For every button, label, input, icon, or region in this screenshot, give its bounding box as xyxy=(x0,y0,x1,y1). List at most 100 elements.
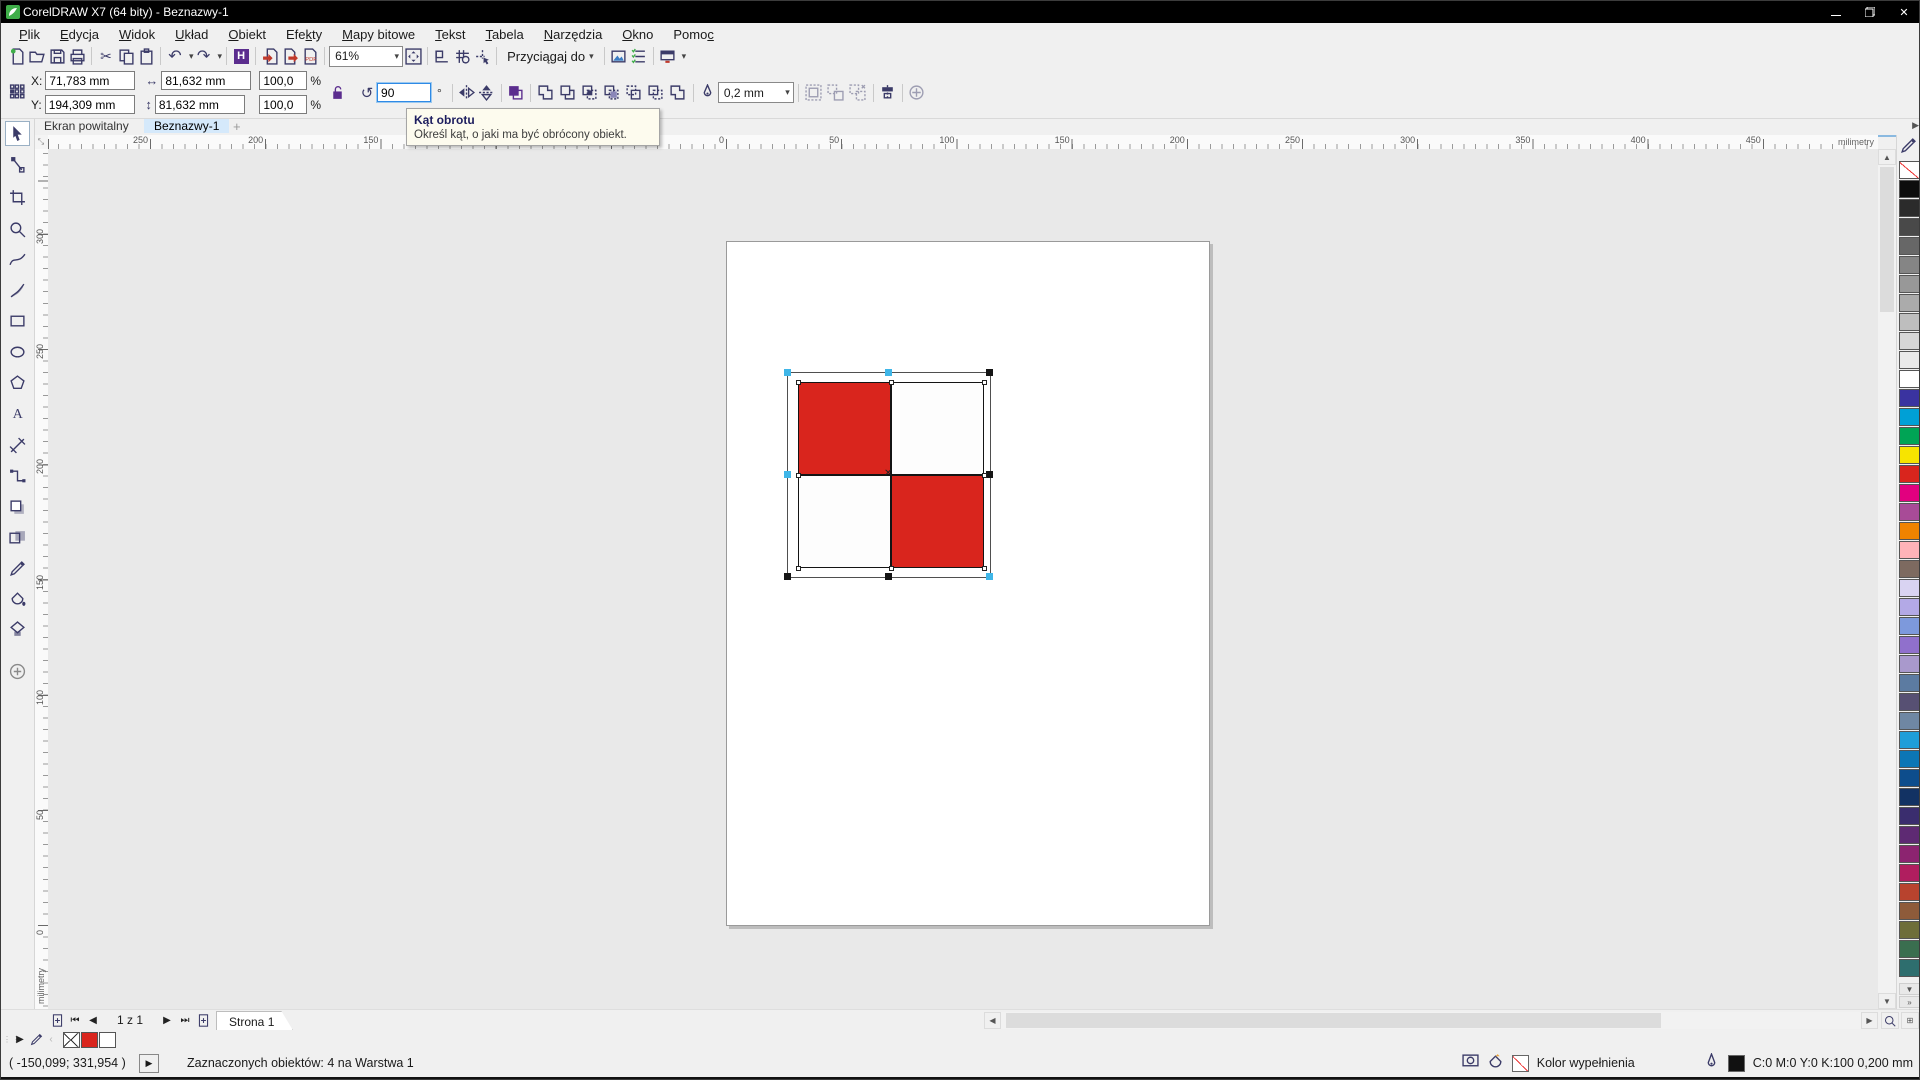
export-icon[interactable] xyxy=(280,46,300,66)
selection-handle-bottom-right[interactable] xyxy=(986,573,993,580)
open-icon[interactable] xyxy=(27,46,47,66)
color-swatch[interactable] xyxy=(1899,845,1919,863)
outline-color-swatch[interactable] xyxy=(1727,1054,1745,1072)
new-document-icon[interactable] xyxy=(7,46,27,66)
add-page-after-icon[interactable] xyxy=(194,1011,212,1029)
color-swatch[interactable] xyxy=(1899,522,1919,540)
palette-drag-handle[interactable]: ⋮⋮ xyxy=(3,1035,20,1044)
color-swatch[interactable] xyxy=(1899,332,1919,350)
add-page-before-icon[interactable] xyxy=(48,1011,66,1029)
order-icon[interactable] xyxy=(506,83,526,103)
cut-icon[interactable]: ✂ xyxy=(96,46,116,66)
intersect-icon[interactable] xyxy=(579,83,601,103)
color-swatch[interactable] xyxy=(1899,484,1919,502)
simplify-icon[interactable] xyxy=(601,83,623,103)
maximize-button[interactable] xyxy=(1853,1,1887,23)
palette-scroll-down-icon[interactable]: ▼ xyxy=(1899,983,1919,995)
group-icon[interactable] xyxy=(803,83,825,103)
vertical-scroll-thumb[interactable] xyxy=(1880,167,1894,312)
weld-icon[interactable] xyxy=(535,83,557,103)
color-swatch[interactable] xyxy=(1899,294,1919,312)
freehand-tool[interactable] xyxy=(5,247,30,272)
color-eyedropper-tool[interactable] xyxy=(5,556,30,581)
color-swatch[interactable] xyxy=(1899,598,1919,616)
doc-swatch-no-color[interactable] xyxy=(63,1031,80,1048)
ruler-origin-button[interactable]: ⤡ xyxy=(34,135,49,150)
pick-tool[interactable] xyxy=(5,121,30,146)
drop-shadow-tool[interactable] xyxy=(5,495,30,520)
color-swatch[interactable] xyxy=(1899,693,1919,711)
color-swatch[interactable] xyxy=(1899,826,1919,844)
scroll-left-icon[interactable]: ◀ xyxy=(984,1012,1001,1029)
color-swatch[interactable] xyxy=(1899,788,1919,806)
selection-center-marker[interactable]: ✕ xyxy=(884,469,892,479)
color-swatch[interactable] xyxy=(1899,560,1919,578)
snap-to-button[interactable]: Przyciągaj do ▾ xyxy=(501,49,600,64)
previous-page-icon[interactable]: ◀ xyxy=(84,1011,102,1029)
ungroup-icon[interactable] xyxy=(825,83,847,103)
color-swatch[interactable] xyxy=(1899,180,1919,198)
zoom-fit-page-icon[interactable] xyxy=(1881,1012,1899,1029)
fill-bucket-icon[interactable] xyxy=(1487,1053,1504,1073)
tracking-play-icon[interactable]: ▶ xyxy=(139,1053,159,1073)
color-swatch[interactable] xyxy=(1899,921,1919,939)
document-palette-scroll-left-icon[interactable]: ‹ xyxy=(45,1031,57,1049)
selection-handle-top-mid[interactable] xyxy=(885,369,892,376)
smart-fill-tool[interactable] xyxy=(5,617,30,642)
object-width-input[interactable] xyxy=(161,71,252,90)
menu-pomoc[interactable]: Pomoc xyxy=(663,24,723,45)
page-tab[interactable]: Strona 1 xyxy=(216,1011,293,1031)
outline-pen-status-icon[interactable] xyxy=(1703,1052,1720,1073)
color-swatch[interactable] xyxy=(1899,636,1919,654)
artistic-media-tool[interactable] xyxy=(5,278,30,303)
tab-welcome-screen[interactable]: Ekran powitalny xyxy=(34,119,139,133)
color-swatch[interactable] xyxy=(1899,579,1919,597)
color-swatch[interactable] xyxy=(1899,408,1919,426)
scroll-down-icon[interactable]: ▼ xyxy=(1878,993,1896,1009)
color-swatch[interactable] xyxy=(1899,807,1919,825)
menu-mapy-bitowe[interactable]: Mapy bitowe xyxy=(332,24,425,45)
color-swatch[interactable] xyxy=(1899,389,1919,407)
selection-handle-bottom-mid[interactable] xyxy=(885,573,892,580)
color-swatch[interactable] xyxy=(1899,313,1919,331)
scale-h-input[interactable] xyxy=(259,71,308,90)
publish-pdf-icon[interactable]: PDF xyxy=(300,46,320,66)
rectangle-tool[interactable] xyxy=(5,308,30,333)
color-swatch[interactable] xyxy=(1899,883,1919,901)
color-swatch[interactable] xyxy=(1899,731,1919,749)
color-swatch[interactable] xyxy=(1899,275,1919,293)
transparency-tool[interactable] xyxy=(5,525,30,550)
palette-expand-icon[interactable]: » xyxy=(1899,996,1919,1008)
ellipse-tool[interactable] xyxy=(5,339,30,364)
doc-color-swatch[interactable] xyxy=(99,1031,116,1048)
vertical-ruler[interactable]: milimetry 300 250 200 150 100 50 0 xyxy=(34,149,49,1009)
parallel-dimension-tool[interactable] xyxy=(5,433,30,458)
import-icon[interactable] xyxy=(260,46,280,66)
undo-icon[interactable]: ↶ xyxy=(165,46,185,66)
color-swatch[interactable] xyxy=(1899,427,1919,445)
print-icon[interactable] xyxy=(67,46,87,66)
color-swatch[interactable] xyxy=(1899,237,1919,255)
proof-colors-icon[interactable] xyxy=(1462,1053,1479,1073)
color-swatch[interactable] xyxy=(1899,256,1919,274)
scroll-up-icon[interactable]: ▲ xyxy=(1878,149,1896,165)
selection-handle-top-left[interactable] xyxy=(784,369,791,376)
menu-układ[interactable]: Układ xyxy=(165,24,218,45)
align-distribute-icon[interactable] xyxy=(878,83,898,103)
mirror-horizontal-icon[interactable] xyxy=(457,83,477,103)
color-swatch[interactable] xyxy=(1899,769,1919,787)
color-swatch[interactable] xyxy=(1899,655,1919,673)
menu-obiekt[interactable]: Obiekt xyxy=(218,24,276,45)
color-swatch[interactable] xyxy=(1899,902,1919,920)
color-swatch[interactable] xyxy=(1899,750,1919,768)
color-swatch[interactable] xyxy=(1899,864,1919,882)
color-swatch[interactable] xyxy=(1899,617,1919,635)
selection-handle-mid-right[interactable] xyxy=(986,471,993,478)
scale-v-input[interactable] xyxy=(259,95,308,114)
text-tool[interactable]: A xyxy=(5,400,30,425)
tab-scroll-right-icon[interactable]: ▶ xyxy=(1912,120,1919,131)
color-swatch[interactable] xyxy=(1899,503,1919,521)
add-tools-button[interactable] xyxy=(5,659,30,684)
polygon-tool[interactable] xyxy=(5,370,30,395)
color-swatch[interactable] xyxy=(1899,959,1919,977)
